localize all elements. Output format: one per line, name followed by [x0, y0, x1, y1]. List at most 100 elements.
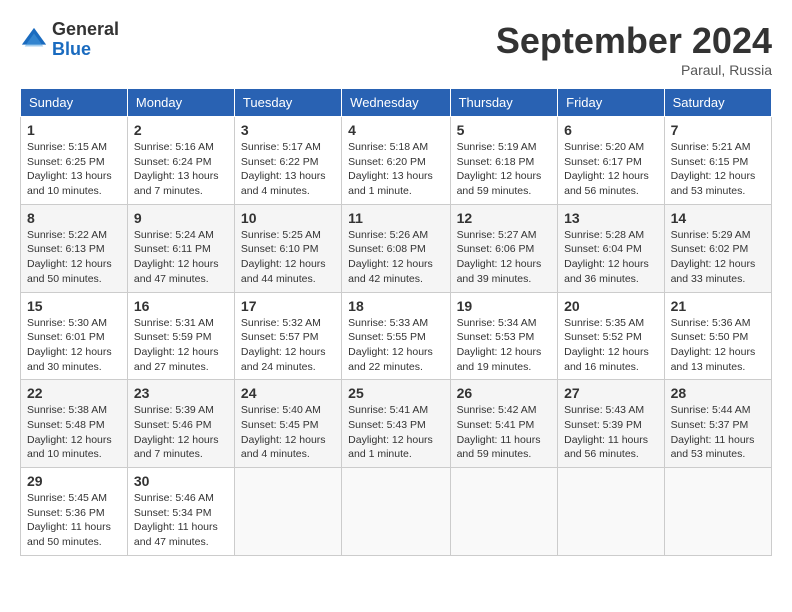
day-number: 25: [348, 385, 443, 401]
cell-content: Sunrise: 5:15 AMSunset: 6:25 PMDaylight:…: [27, 140, 121, 199]
week-row-5: 29Sunrise: 5:45 AMSunset: 5:36 PMDayligh…: [21, 468, 772, 556]
logo-icon: [20, 26, 48, 54]
day-number: 23: [134, 385, 228, 401]
day-number: 18: [348, 298, 443, 314]
day-number: 9: [134, 210, 228, 226]
day-number: 24: [241, 385, 335, 401]
calendar-cell: 24 Sunrise: 5:40 AMSunset: 5:45 PMDayligh…: [234, 380, 341, 468]
location: Paraul, Russia: [496, 62, 772, 78]
cell-content: Sunrise: 5:46 AMSunset: 5:34 PMDaylight:…: [134, 491, 228, 550]
cell-content: Sunrise: 5:38 AMSunset: 5:48 PMDaylight:…: [27, 403, 121, 462]
day-number: 7: [671, 122, 765, 138]
cell-content: Sunrise: 5:29 AMSunset: 6:02 PMDaylight:…: [671, 228, 765, 287]
week-row-1: 1Sunrise: 5:15 AMSunset: 6:25 PMDaylight…: [21, 117, 772, 205]
calendar-table: SundayMondayTuesdayWednesdayThursdayFrid…: [20, 88, 772, 556]
calendar-cell: 7Sunrise: 5:21 AMSunset: 6:15 PMDaylight…: [664, 117, 771, 205]
day-number: 15: [27, 298, 121, 314]
cell-content: Sunrise: 5:24 AMSunset: 6:11 PMDaylight:…: [134, 228, 228, 287]
calendar-cell: 15Sunrise: 5:30 AMSunset: 6:01 PMDayligh…: [21, 292, 128, 380]
calendar-header: SundayMondayTuesdayWednesdayThursdayFrid…: [21, 89, 772, 117]
cell-content: Sunrise: 5:17 AMSunset: 6:22 PMDaylight:…: [241, 140, 335, 199]
calendar-cell: [450, 468, 558, 556]
header-day-sunday: Sunday: [21, 89, 128, 117]
header-day-wednesday: Wednesday: [342, 89, 450, 117]
day-number: 6: [564, 122, 657, 138]
calendar-cell: 19 Sunrise: 5:34 AMSunset: 5:53 PMDayligh…: [450, 292, 558, 380]
cell-content: Sunrise: 5:34 AMSunset: 5:53 PMDaylight:…: [457, 316, 552, 375]
day-number: 10: [241, 210, 335, 226]
calendar-cell: 25 Sunrise: 5:41 AMSunset: 5:43 PMDayligh…: [342, 380, 450, 468]
cell-content: Sunrise: 5:39 AMSunset: 5:46 PMDaylight:…: [134, 403, 228, 462]
calendar-cell: 27Sunrise: 5:43 AMSunset: 5:39 PMDayligh…: [558, 380, 664, 468]
calendar-cell: 11 Sunrise: 5:26 AMSunset: 6:08 PMDayligh…: [342, 204, 450, 292]
day-number: 19: [457, 298, 552, 314]
cell-content: Sunrise: 5:25 AMSunset: 6:10 PMDaylight:…: [241, 228, 335, 287]
title-area: September 2024 Paraul, Russia: [496, 20, 772, 78]
calendar-cell: [342, 468, 450, 556]
cell-content: Sunrise: 5:16 AMSunset: 6:24 PMDaylight:…: [134, 140, 228, 199]
cell-content: Sunrise: 5:22 AMSunset: 6:13 PMDaylight:…: [27, 228, 121, 287]
cell-content: Sunrise: 5:41 AMSunset: 5:43 PMDaylight:…: [348, 403, 443, 462]
calendar-cell: 22 Sunrise: 5:38 AMSunset: 5:48 PMDayligh…: [21, 380, 128, 468]
calendar-cell: 8 Sunrise: 5:22 AMSunset: 6:13 PMDaylight…: [21, 204, 128, 292]
day-number: 17: [241, 298, 335, 314]
calendar-cell: [664, 468, 771, 556]
logo-blue: Blue: [52, 40, 119, 60]
calendar-cell: [234, 468, 341, 556]
logo-text: General Blue: [52, 20, 119, 60]
calendar-cell: [558, 468, 664, 556]
cell-content: Sunrise: 5:32 AMSunset: 5:57 PMDaylight:…: [241, 316, 335, 375]
week-row-3: 15Sunrise: 5:30 AMSunset: 6:01 PMDayligh…: [21, 292, 772, 380]
day-number: 26: [457, 385, 552, 401]
calendar-cell: 4 Sunrise: 5:18 AMSunset: 6:20 PMDaylight…: [342, 117, 450, 205]
calendar-cell: 23 Sunrise: 5:39 AMSunset: 5:46 PMDayligh…: [127, 380, 234, 468]
day-number: 30: [134, 473, 228, 489]
header-day-monday: Monday: [127, 89, 234, 117]
day-number: 11: [348, 210, 443, 226]
day-number: 4: [348, 122, 443, 138]
day-number: 8: [27, 210, 121, 226]
calendar-cell: 9 Sunrise: 5:24 AMSunset: 6:11 PMDaylight…: [127, 204, 234, 292]
cell-content: Sunrise: 5:27 AMSunset: 6:06 PMDaylight:…: [457, 228, 552, 287]
calendar-cell: 1Sunrise: 5:15 AMSunset: 6:25 PMDaylight…: [21, 117, 128, 205]
logo-general: General: [52, 20, 119, 40]
cell-content: Sunrise: 5:43 AMSunset: 5:39 PMDaylight:…: [564, 403, 657, 462]
day-number: 22: [27, 385, 121, 401]
cell-content: Sunrise: 5:45 AMSunset: 5:36 PMDaylight:…: [27, 491, 121, 550]
header-day-thursday: Thursday: [450, 89, 558, 117]
header-day-saturday: Saturday: [664, 89, 771, 117]
calendar-cell: 18 Sunrise: 5:33 AMSunset: 5:55 PMDayligh…: [342, 292, 450, 380]
cell-content: Sunrise: 5:31 AMSunset: 5:59 PMDaylight:…: [134, 316, 228, 375]
month-title: September 2024: [496, 20, 772, 62]
calendar-cell: 30 Sunrise: 5:46 AMSunset: 5:34 PMDayligh…: [127, 468, 234, 556]
cell-content: Sunrise: 5:18 AMSunset: 6:20 PMDaylight:…: [348, 140, 443, 199]
cell-content: Sunrise: 5:26 AMSunset: 6:08 PMDaylight:…: [348, 228, 443, 287]
calendar-body: 1Sunrise: 5:15 AMSunset: 6:25 PMDaylight…: [21, 117, 772, 556]
page-header: General Blue September 2024 Paraul, Russ…: [20, 20, 772, 78]
cell-content: Sunrise: 5:35 AMSunset: 5:52 PMDaylight:…: [564, 316, 657, 375]
day-number: 13: [564, 210, 657, 226]
week-row-4: 22 Sunrise: 5:38 AMSunset: 5:48 PMDayligh…: [21, 380, 772, 468]
header-day-tuesday: Tuesday: [234, 89, 341, 117]
day-number: 20: [564, 298, 657, 314]
cell-content: Sunrise: 5:28 AMSunset: 6:04 PMDaylight:…: [564, 228, 657, 287]
calendar-cell: 6Sunrise: 5:20 AMSunset: 6:17 PMDaylight…: [558, 117, 664, 205]
calendar-cell: 14Sunrise: 5:29 AMSunset: 6:02 PMDayligh…: [664, 204, 771, 292]
day-number: 28: [671, 385, 765, 401]
logo: General Blue: [20, 20, 119, 60]
calendar-cell: 2 Sunrise: 5:16 AMSunset: 6:24 PMDaylight…: [127, 117, 234, 205]
calendar-cell: 10 Sunrise: 5:25 AMSunset: 6:10 PMDayligh…: [234, 204, 341, 292]
cell-content: Sunrise: 5:33 AMSunset: 5:55 PMDaylight:…: [348, 316, 443, 375]
calendar-cell: 3Sunrise: 5:17 AMSunset: 6:22 PMDaylight…: [234, 117, 341, 205]
day-number: 2: [134, 122, 228, 138]
day-number: 21: [671, 298, 765, 314]
calendar-cell: 26Sunrise: 5:42 AMSunset: 5:41 PMDayligh…: [450, 380, 558, 468]
calendar-cell: 13 Sunrise: 5:28 AMSunset: 6:04 PMDayligh…: [558, 204, 664, 292]
calendar-cell: 12 Sunrise: 5:27 AMSunset: 6:06 PMDayligh…: [450, 204, 558, 292]
cell-content: Sunrise: 5:36 AMSunset: 5:50 PMDaylight:…: [671, 316, 765, 375]
day-number: 12: [457, 210, 552, 226]
cell-content: Sunrise: 5:19 AMSunset: 6:18 PMDaylight:…: [457, 140, 552, 199]
cell-content: Sunrise: 5:40 AMSunset: 5:45 PMDaylight:…: [241, 403, 335, 462]
header-day-friday: Friday: [558, 89, 664, 117]
header-row: SundayMondayTuesdayWednesdayThursdayFrid…: [21, 89, 772, 117]
